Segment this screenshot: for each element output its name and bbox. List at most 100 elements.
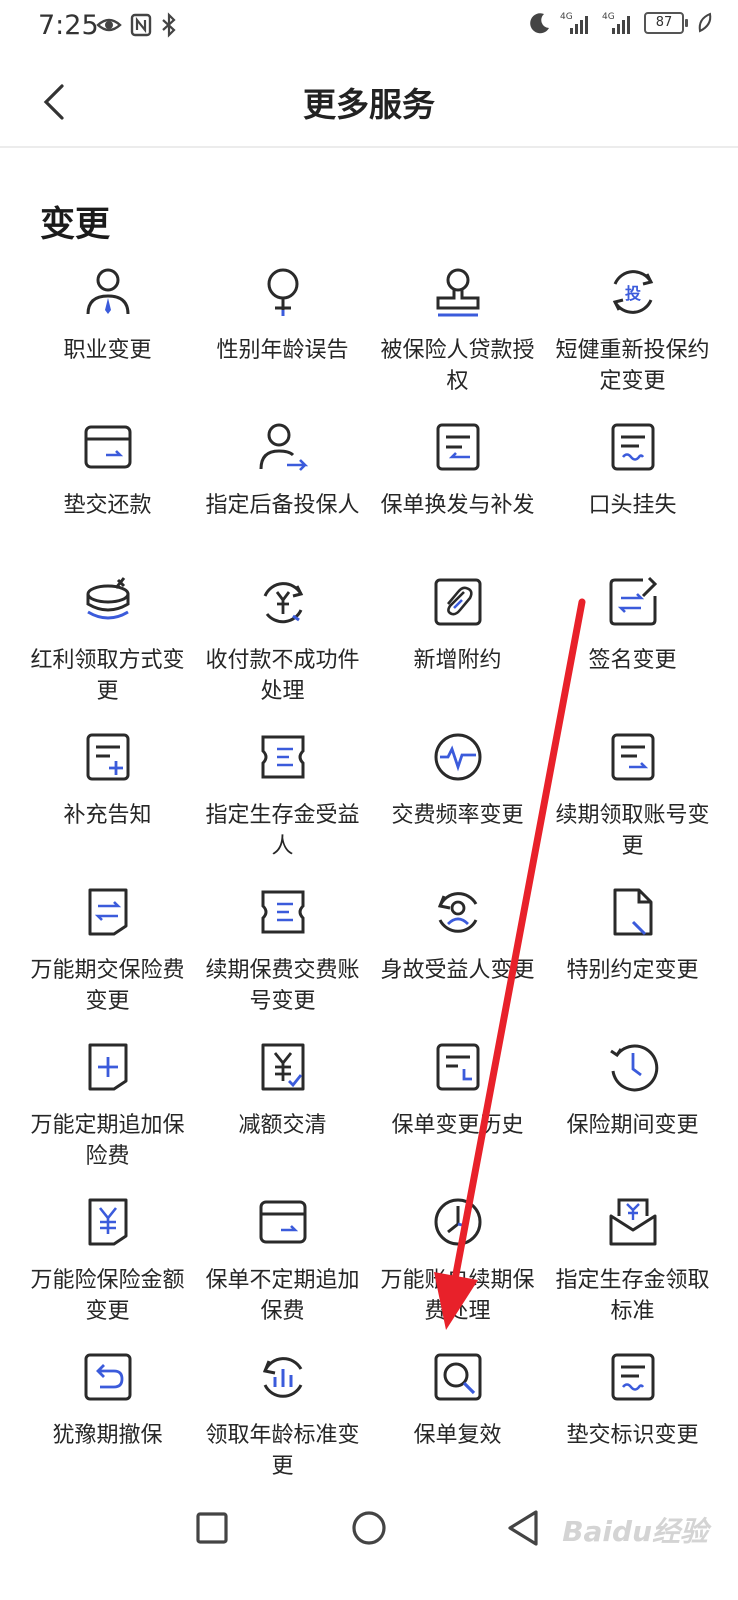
search-box-icon: [434, 1353, 481, 1401]
service-item[interactable]: 保单换发与补发: [370, 417, 545, 572]
paperclip-icon: [434, 578, 481, 626]
user-arrow-icon: [259, 423, 308, 471]
service-item[interactable]: 补充告知: [20, 727, 195, 882]
service-item[interactable]: 新增附约: [370, 572, 545, 727]
service-label: 保单变更历史: [391, 1113, 524, 1138]
service-item[interactable]: 犹豫期撤保: [20, 1347, 195, 1502]
service-item[interactable]: 指定后备投保人: [195, 417, 370, 572]
doc-plus-icon: [86, 733, 129, 781]
square-icon: [196, 1512, 228, 1544]
user-refresh-icon: [437, 892, 477, 933]
service-label: 犹豫期撤保: [52, 1423, 163, 1448]
home-button[interactable]: [345, 1504, 393, 1552]
service-label: 职业变更: [63, 338, 152, 363]
service-label: 减额交清: [238, 1113, 327, 1138]
page-pen-icon: [613, 888, 652, 936]
service-item[interactable]: 保单不定期追加保费: [195, 1192, 370, 1347]
service-item[interactable]: 性别年龄误告: [195, 262, 370, 417]
watermark: Baidu经验: [562, 1515, 708, 1548]
service-label: 指定生存金受益人: [205, 803, 360, 859]
page-title: 更多服务: [303, 85, 435, 124]
gender-icon: [267, 268, 298, 316]
recent-apps-button[interactable]: [188, 1504, 236, 1552]
circle-icon: [352, 1511, 386, 1545]
service-label: 万能期交保险费变更: [30, 958, 185, 1014]
section-title: 变更: [40, 205, 111, 245]
service-label: 万能账户续期保费处理: [380, 1268, 535, 1324]
service-item[interactable]: 保单复效: [370, 1347, 545, 1502]
service-item[interactable]: 红利领取方式变更: [20, 572, 195, 727]
clock-icon: [434, 1198, 481, 1246]
service-item[interactable]: 减额交清: [195, 1037, 370, 1192]
service-item[interactable]: 指定生存金受益人: [195, 727, 370, 882]
service-label: 续期保费交费账号变更: [205, 958, 360, 1014]
svg-text:4G: 4G: [560, 12, 573, 22]
service-label: 收付款不成功件处理: [205, 648, 360, 704]
service-item[interactable]: 收付款不成功件处理: [195, 572, 370, 727]
service-item[interactable]: 万能账户续期保费处理: [370, 1192, 545, 1347]
service-label: 短健重新投保约定变更: [555, 338, 710, 394]
doc-history-icon: [436, 1043, 479, 1091]
signal-icon: 4G: [602, 12, 630, 34]
service-label: 口头挂失: [588, 493, 677, 518]
system-back-button[interactable]: [500, 1504, 548, 1552]
service-item[interactable]: 保单变更历史: [370, 1037, 545, 1192]
triangle-back-icon: [508, 1510, 538, 1546]
service-item[interactable]: 续期保费交费账号变更: [195, 882, 370, 1037]
undo-box-icon: [84, 1353, 131, 1401]
service-item[interactable]: 交费频率变更: [370, 727, 545, 882]
service-label: 性别年龄误告: [216, 338, 349, 363]
stamp-icon: [436, 268, 479, 317]
service-item[interactable]: 万能险保险金额变更: [20, 1192, 195, 1347]
service-label: 指定生存金领取标准: [555, 1268, 710, 1324]
service-label: 被保险人贷款授权: [380, 338, 535, 394]
refresh-tou-icon: 投: [612, 270, 653, 314]
service-label: 签名变更: [588, 648, 677, 673]
ticket-2-icon: [261, 890, 304, 934]
chart-refresh-icon: [262, 1357, 302, 1398]
shield-exchange-icon: [88, 888, 127, 936]
service-item[interactable]: 特别约定变更: [545, 882, 720, 1037]
service-item[interactable]: 被保险人贷款授权: [370, 262, 545, 417]
battery-icon: 87: [644, 12, 688, 34]
svg-text:4G: 4G: [602, 12, 615, 22]
service-item[interactable]: 投 短健重新投保约定变更: [545, 262, 720, 417]
service-item[interactable]: 万能期交保险费变更: [20, 882, 195, 1037]
doc-sign-icon: [609, 576, 657, 626]
yuan-check-icon: [261, 1043, 304, 1091]
eye-icon: [96, 18, 122, 32]
service-label: 交费频率变更: [391, 803, 524, 828]
status-time: 7:25: [38, 10, 99, 41]
doc-wave-2-icon: [611, 1353, 654, 1401]
shield-plus-icon: [88, 1043, 127, 1091]
service-item[interactable]: 续期领取账号变更: [545, 727, 720, 882]
service-item[interactable]: 保险期间变更: [545, 1037, 720, 1192]
service-item[interactable]: 万能定期追加保险费: [20, 1037, 195, 1192]
card-arrow-icon: [84, 425, 131, 469]
service-item[interactable]: 指定生存金领取标准: [545, 1192, 720, 1347]
yuan-refresh-icon: [263, 582, 303, 624]
service-item[interactable]: 领取年龄标准变更: [195, 1347, 370, 1502]
status-bar: 7:25 4G 4G 87: [0, 0, 738, 56]
service-item[interactable]: 口头挂失: [545, 417, 720, 572]
envelope-yuan-icon: [609, 1198, 656, 1246]
svg-text:投: 投: [624, 284, 640, 303]
card-arrow-2-icon: [259, 1200, 306, 1244]
service-label: 补充告知: [63, 803, 152, 828]
service-item[interactable]: 垫交还款: [20, 417, 195, 572]
service-item[interactable]: 垫交标识变更: [545, 1347, 720, 1502]
service-label: 万能定期追加保险费: [30, 1113, 185, 1169]
bluetooth-icon: [162, 12, 176, 38]
doc-wave-icon: [611, 423, 654, 471]
nfc-icon: [130, 13, 152, 37]
service-label: 保单复效: [413, 1423, 502, 1448]
service-item[interactable]: 职业变更: [20, 262, 195, 417]
service-item[interactable]: 签名变更: [545, 572, 720, 727]
service-label: 特别约定变更: [566, 958, 699, 983]
service-label: 续期领取账号变更: [555, 803, 710, 859]
leaf-icon: [698, 12, 712, 33]
signal-icon: 4G: [560, 12, 588, 34]
service-item[interactable]: 身故受益人变更: [370, 882, 545, 1037]
service-label: 保单不定期追加保费: [205, 1268, 360, 1324]
nav-header: 更多服务: [0, 56, 738, 148]
